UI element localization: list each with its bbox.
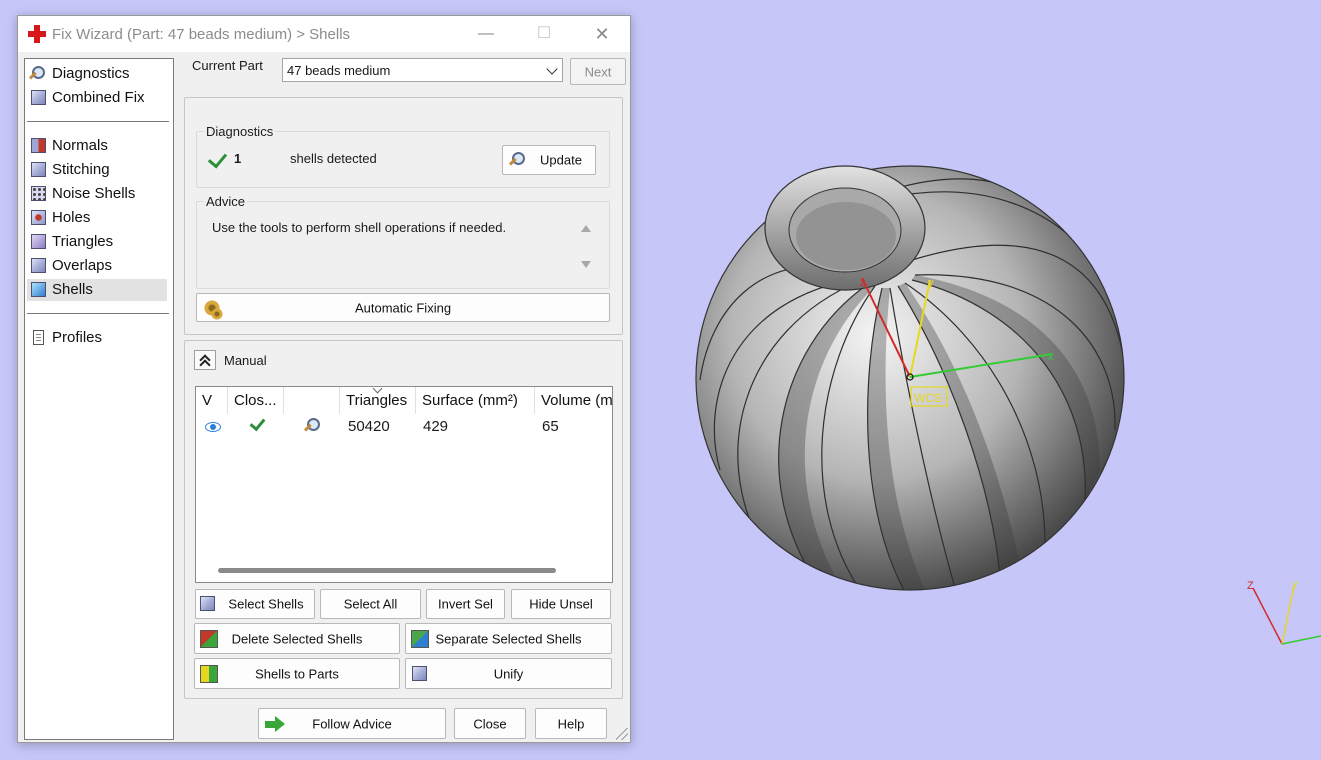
sidebar-item-overlaps[interactable]: Overlaps (27, 255, 167, 277)
holes-icon (31, 210, 46, 225)
sidebar-item-combined-fix[interactable]: Combined Fix (27, 87, 167, 109)
maximize-button[interactable]: ☐ (526, 22, 562, 46)
wcs-y-label: y (928, 277, 934, 289)
document-icon (33, 330, 44, 345)
close-button[interactable]: Close (454, 708, 526, 739)
normals-cube-icon (31, 138, 46, 153)
sidebar-item-label: Normals (52, 137, 108, 154)
follow-advice-button[interactable]: Follow Advice (258, 708, 446, 739)
chevron-down-icon (546, 63, 558, 75)
sidebar-item-shells[interactable]: Shells (27, 279, 167, 301)
select-all-button[interactable]: Select All (320, 589, 421, 619)
shells-table[interactable]: V Clos... Triangles Surface (mm²) Volume… (195, 386, 613, 583)
shells-detected-text: shells detected (290, 151, 377, 166)
wcs-x-label: x (1048, 351, 1054, 363)
minimize-button[interactable]: — (468, 22, 504, 46)
app-logo-icon (28, 25, 46, 43)
sidebar-item-diagnostics[interactable]: Diagnostics (27, 63, 167, 85)
advice-group (196, 201, 610, 289)
sidebar-item-label: Shells (52, 281, 93, 298)
separate-selected-shells-button[interactable]: Separate Selected Shells (405, 623, 612, 654)
sidebar-divider (27, 121, 169, 122)
cell-volume: 65 (542, 418, 559, 435)
scroll-up-icon[interactable] (581, 225, 591, 232)
column-header-closed[interactable]: Clos... (228, 387, 284, 414)
help-button[interactable]: Help (535, 708, 607, 739)
sidebar-item-label: Noise Shells (52, 185, 136, 202)
resize-grip-icon[interactable] (616, 728, 628, 740)
sidebar-item-holes[interactable]: Holes (27, 207, 167, 229)
delete-selected-shells-button[interactable]: Delete Selected Shells (194, 623, 400, 654)
magnifier-icon (28, 66, 45, 82)
close-window-button[interactable]: ✕ (584, 22, 620, 46)
unify-button[interactable]: Unify (405, 658, 612, 689)
sidebar-divider (27, 313, 169, 314)
magnifier-icon[interactable] (303, 418, 320, 434)
current-part-label: Current Part (192, 58, 263, 73)
sidebar-item-profiles[interactable]: Profiles (27, 327, 167, 349)
orientation-axes: Z Y (1247, 580, 1321, 645)
sidebar-item-label: Overlaps (52, 257, 113, 274)
bead-model[interactable] (695, 165, 1125, 592)
update-button[interactable]: Update (502, 145, 596, 175)
scroll-down-icon[interactable] (581, 261, 591, 268)
column-header-inspect[interactable] (284, 387, 340, 414)
hide-unselected-button[interactable]: Hide Unsel (511, 589, 611, 619)
current-part-value: 47 beads medium (287, 63, 391, 78)
select-shells-button[interactable]: Select Shells (195, 589, 315, 619)
check-icon (249, 414, 266, 432)
sidebar-item-triangles[interactable]: Triangles (27, 231, 167, 253)
wcs-label: WCS (914, 391, 942, 405)
sidebar-item-normals[interactable]: Normals (27, 135, 167, 157)
fix-wizard-dialog: Fix Wizard (Part: 47 beads medium) > She… (17, 15, 631, 743)
manual-title: Manual (224, 353, 267, 368)
shells-to-parts-button[interactable]: Shells to Parts (194, 658, 400, 689)
window-title: Fix Wizard (Part: 47 beads medium) > She… (52, 26, 351, 43)
overlaps-icon (31, 258, 46, 273)
corner-z-label: Z (1247, 580, 1254, 592)
invert-selection-button[interactable]: Invert Sel (426, 589, 505, 619)
corner-y-label: Y (1291, 580, 1299, 592)
current-part-dropdown[interactable]: 47 beads medium (282, 58, 563, 82)
sidebar-item-stitching[interactable]: Stitching (27, 159, 167, 181)
sidebar-item-noise-shells[interactable]: Noise Shells (27, 183, 167, 205)
sidebar-item-label: Stitching (52, 161, 110, 178)
eye-icon[interactable] (205, 421, 221, 433)
next-button[interactable]: Next (570, 58, 626, 85)
noise-shells-icon (31, 186, 46, 201)
shell-count: 1 (234, 151, 242, 166)
sidebar-item-label: Profiles (52, 329, 103, 346)
column-header-visible[interactable]: V (196, 387, 228, 414)
column-header-surface[interactable]: Surface (mm²) (416, 387, 535, 414)
stitching-cube-icon (31, 162, 46, 177)
advice-text: Use the tools to perform shell operation… (212, 220, 507, 235)
advice-title: Advice (204, 194, 248, 209)
sidebar-item-label: Diagnostics (52, 65, 130, 82)
sidebar-item-label: Combined Fix (52, 89, 145, 106)
select-cube-icon (200, 596, 215, 611)
cell-surface: 429 (423, 418, 449, 435)
automatic-fixing-button[interactable]: Automatic Fixing (196, 293, 610, 322)
sidebar: Diagnostics Combined Fix Normals Stitchi… (24, 58, 174, 740)
horizontal-scrollbar[interactable] (218, 568, 556, 573)
shells-icon (31, 282, 46, 297)
wcs-z-label: z (860, 277, 866, 289)
cube-icon (31, 90, 46, 105)
column-header-volume[interactable]: Volume (m (535, 387, 612, 414)
triangles-icon (31, 234, 46, 249)
collapse-up-icon[interactable] (194, 350, 216, 370)
magnifier-icon (508, 152, 525, 168)
sidebar-item-label: Holes (52, 209, 91, 226)
diagnostics-title: Diagnostics (204, 124, 276, 139)
sidebar-item-label: Triangles (52, 233, 114, 250)
title-bar[interactable]: Fix Wizard (Part: 47 beads medium) > She… (18, 16, 630, 52)
cell-triangles: 50420 (348, 418, 390, 435)
